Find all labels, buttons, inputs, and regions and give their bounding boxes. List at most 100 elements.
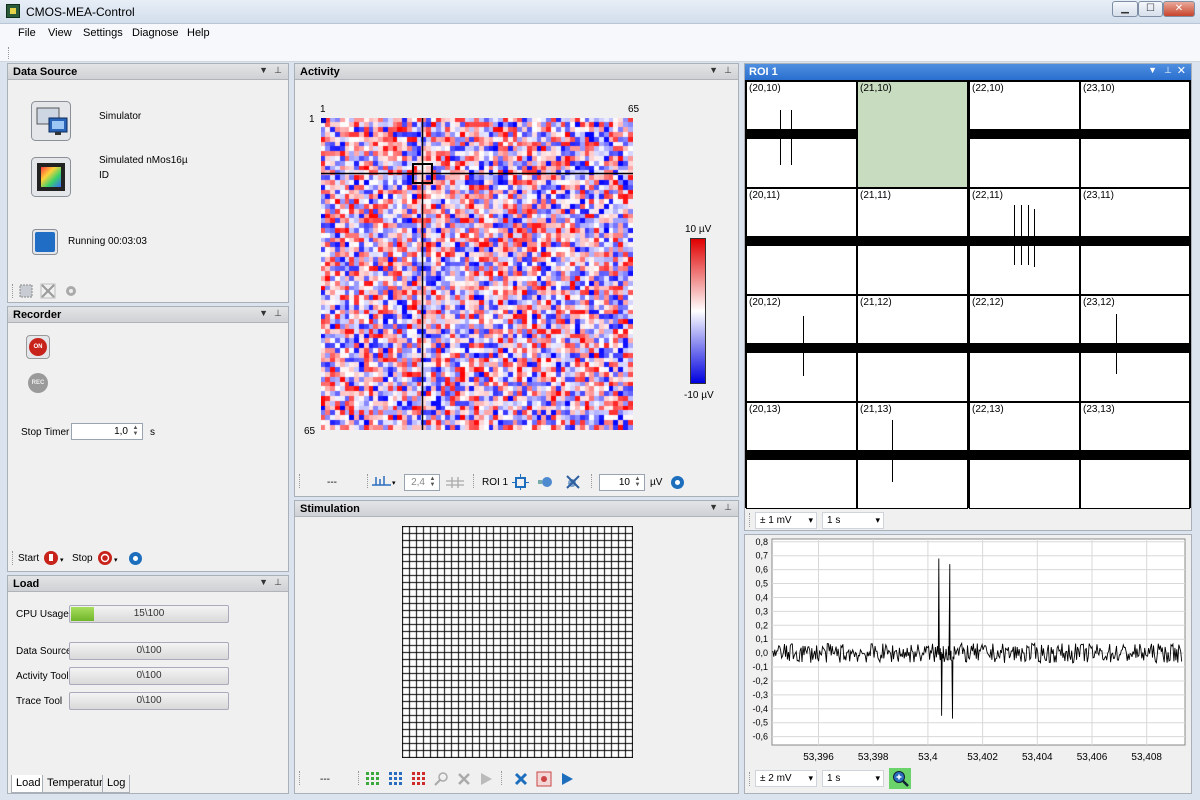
roi-select-icon[interactable] <box>512 474 530 490</box>
pattern-blue-icon[interactable] <box>388 771 404 787</box>
y-tick-label: 0,0 <box>755 648 768 658</box>
record-on-button[interactable]: ON <box>26 335 50 359</box>
roi-cell[interactable]: (23,11) <box>1080 188 1190 295</box>
roi-amplitude-select[interactable]: ± 1 mV <box>755 512 817 529</box>
roi-panel-header: ROI 1 ▼ ⊥ ✕ <box>745 64 1191 80</box>
trace-band <box>747 236 856 246</box>
tab-log[interactable]: Log <box>102 775 131 793</box>
pattern-green-icon[interactable] <box>365 771 381 787</box>
panel-menu-icon[interactable]: ▼ <box>1148 65 1157 75</box>
select-region-icon[interactable] <box>18 283 34 299</box>
roi-cell[interactable]: (22,12) <box>969 295 1080 402</box>
data-source-panel: Data Source ▼ ⊥ Simulator Simulated nMos… <box>7 63 289 303</box>
menu-diagnose[interactable]: Diagnose <box>132 27 178 39</box>
start-trigger-icon[interactable]: ▾ <box>43 550 67 567</box>
menu-bar: File View Settings Diagnose Help <box>0 24 1200 44</box>
roi-cell[interactable]: (21,13) <box>857 402 968 509</box>
stop-timer-icon[interactable]: ▾ <box>97 550 121 567</box>
pin-icon[interactable]: ⊥ <box>274 308 282 319</box>
spike-mark <box>780 110 781 165</box>
spike-mark <box>892 420 893 482</box>
panel-menu-icon[interactable]: ▼ <box>709 65 718 75</box>
range-unit: µV <box>650 477 663 488</box>
roi-cell[interactable]: (21,11) <box>857 188 968 295</box>
toolbar-grip <box>299 474 300 488</box>
roi-cell[interactable]: (22,11) <box>969 188 1080 295</box>
pin-icon[interactable]: ⊥ <box>274 65 282 76</box>
panel-menu-icon[interactable]: ▼ <box>259 65 268 75</box>
activity-settings-gear-icon[interactable] <box>669 474 686 491</box>
tab-load[interactable]: Load <box>11 775 46 793</box>
y-tick-label: -0,1 <box>752 662 768 672</box>
y-tick-label: 0,3 <box>755 606 768 616</box>
spin-arrows-icon[interactable]: ▲ ▼ <box>427 476 438 489</box>
zoom-icon[interactable] <box>889 768 911 789</box>
y-tick-label: 0,5 <box>755 579 768 589</box>
roi-time-select[interactable]: 1 s <box>822 512 884 529</box>
menu-file[interactable]: File <box>18 27 36 39</box>
trace-band <box>858 236 967 246</box>
fullscreen-icon[interactable] <box>40 283 56 299</box>
crosshair-overlay <box>321 118 633 430</box>
trace-tool-load-text: 0\100 <box>136 695 162 706</box>
roi-cell[interactable]: (21,10) <box>857 81 968 188</box>
minimize-button[interactable]: ▁ <box>1112 1 1138 17</box>
y-tick-label: -0,2 <box>752 676 768 686</box>
menu-settings[interactable]: Settings <box>83 27 123 39</box>
play-disabled-icon[interactable] <box>478 771 494 787</box>
roi-cell[interactable]: (21,12) <box>857 295 968 402</box>
pin-icon[interactable]: ⊥ <box>1164 65 1172 76</box>
close-panel-icon[interactable]: ✕ <box>1177 64 1186 77</box>
roi-cell[interactable]: (20,12) <box>746 295 857 402</box>
range-input[interactable]: 10 ▲ ▼ <box>599 474 645 491</box>
roi-cell[interactable]: (22,13) <box>969 402 1080 509</box>
roi-cell-label: (22,11) <box>972 190 1003 201</box>
roi-cell[interactable]: (20,11) <box>746 188 857 295</box>
roi-settings-icon[interactable] <box>538 474 556 490</box>
roi-remove-icon[interactable] <box>563 474 581 490</box>
stimulation-grid[interactable] <box>402 526 633 758</box>
panel-menu-icon[interactable]: ▼ <box>259 577 268 587</box>
menu-help[interactable]: Help <box>187 27 210 39</box>
roi-cell[interactable]: (22,10) <box>969 81 1080 188</box>
search-disabled-icon[interactable] <box>433 771 449 787</box>
menu-view[interactable]: View <box>48 27 72 39</box>
roi-cell[interactable]: (23,10) <box>1080 81 1190 188</box>
pin-icon[interactable]: ⊥ <box>724 502 732 513</box>
roi-cell[interactable]: (23,13) <box>1080 402 1190 509</box>
roi-cell[interactable]: (23,12) <box>1080 295 1190 402</box>
roi-cell[interactable]: (20,13) <box>746 402 857 509</box>
window-title: CMOS-MEA-Control <box>26 5 135 19</box>
stimulation-pattern-icon[interactable] <box>536 771 552 787</box>
trace-chart[interactable]: 0,8 0,7 0,6 0,5 0,4 0,3 0,2 0,1 0,0 -0,1 -0,2 -0,3 -… <box>745 535 1191 765</box>
pin-icon[interactable]: ⊥ <box>724 65 732 76</box>
trace-time-select[interactable]: 1 s <box>822 770 884 787</box>
roi-cell-label: (23,11) <box>1083 190 1114 201</box>
panel-menu-icon[interactable]: ▼ <box>709 502 718 512</box>
threshold-input[interactable]: 2,4 ▲ ▼ <box>404 474 440 491</box>
recorder-settings-gear-icon[interactable] <box>127 550 144 567</box>
play-icon[interactable] <box>559 771 575 787</box>
baseline-icon[interactable] <box>444 474 466 490</box>
settings-gear-icon[interactable] <box>63 283 79 299</box>
panel-header: Stimulation ▼ ⊥ <box>295 501 738 517</box>
simulator-icon[interactable] <box>31 101 71 141</box>
chip-icon[interactable] <box>31 157 71 197</box>
pattern-red-icon[interactable] <box>411 771 427 787</box>
spin-arrows-icon[interactable]: ▲ ▼ <box>130 425 141 438</box>
maximize-button[interactable]: ☐ <box>1138 1 1163 17</box>
close-button[interactable]: ✕ <box>1163 1 1195 17</box>
trace-amplitude-select[interactable]: ± 2 mV <box>755 770 817 787</box>
clear-stimulation-icon[interactable] <box>513 771 529 787</box>
rec-button[interactable]: REC <box>28 373 48 393</box>
cpu-usage-text: 15\100 <box>133 608 165 619</box>
spike-mark <box>803 316 804 376</box>
pin-icon[interactable]: ⊥ <box>274 577 282 588</box>
spike-filter-icon[interactable]: ▾ <box>371 474 399 490</box>
delete-disabled-icon[interactable] <box>456 771 472 787</box>
roi-cell[interactable]: (20,10) <box>746 81 857 188</box>
panel-menu-icon[interactable]: ▼ <box>259 308 268 318</box>
stop-run-icon[interactable] <box>32 229 58 255</box>
spin-arrows-icon[interactable]: ▲ ▼ <box>632 476 643 489</box>
stop-timer-input[interactable]: 1,0 ▲ ▼ <box>71 423 143 440</box>
